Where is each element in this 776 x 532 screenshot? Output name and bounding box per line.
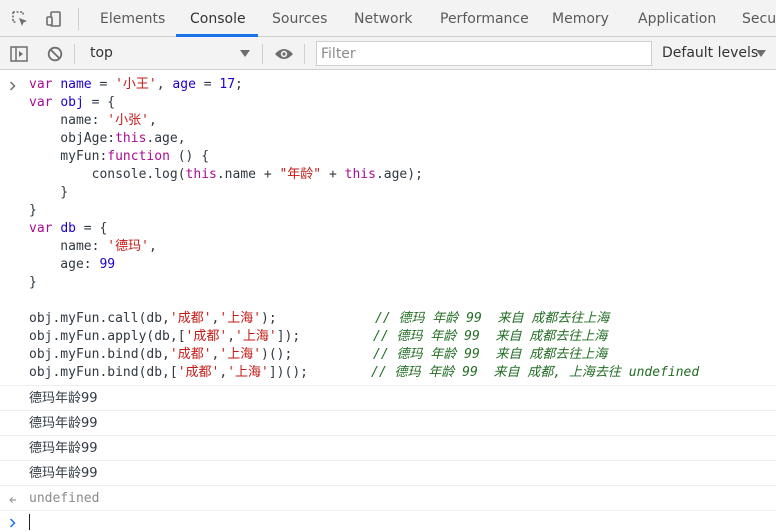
console-log-row: 德玛年龄99 bbox=[0, 436, 776, 461]
chevron-right-icon bbox=[9, 80, 17, 95]
return-value-arrow-icon bbox=[8, 494, 18, 509]
code-line: myFun:function () { bbox=[29, 149, 210, 164]
chevron-right-icon bbox=[9, 517, 17, 532]
toolbar-separator bbox=[262, 44, 263, 64]
chevron-down-icon bbox=[240, 50, 250, 57]
console-log-row: 德玛年龄99 bbox=[0, 411, 776, 436]
code-line: objAge:this.age, bbox=[29, 131, 186, 146]
code-line: } bbox=[29, 185, 69, 200]
code-line: console.log(this.name + "年龄" + this.age)… bbox=[29, 167, 423, 182]
chevron-down-icon bbox=[756, 50, 766, 57]
show-sidebar-icon[interactable] bbox=[5, 37, 33, 70]
code-line: var name = '小王', age = 17; bbox=[29, 77, 243, 92]
device-toolbar-icon[interactable] bbox=[38, 0, 70, 37]
log-message: 德玛年龄99 bbox=[29, 466, 98, 481]
tab-console[interactable]: Console bbox=[190, 0, 246, 37]
console-toolbar: top Default levels bbox=[0, 37, 776, 70]
tab-elements[interactable]: Elements bbox=[100, 0, 165, 37]
console-result-row: undefined bbox=[0, 486, 776, 511]
toolbar-separator bbox=[74, 44, 75, 64]
code-comment: // 德玛 年龄 99 来自 成都去往上海 bbox=[373, 347, 608, 362]
code-line: name: '小张', bbox=[29, 113, 157, 128]
tab-strip-separator bbox=[78, 8, 79, 30]
console-output: var name = '小王', age = 17; var obj = { n… bbox=[0, 71, 776, 532]
inspect-element-icon[interactable] bbox=[4, 0, 36, 37]
log-message: 德玛年龄99 bbox=[29, 416, 98, 431]
clear-console-icon[interactable] bbox=[41, 37, 69, 70]
code-line: obj.myFun.bind(db,['成都','上海'])();// 德玛 年… bbox=[29, 365, 700, 380]
console-log-row: 德玛年龄99 bbox=[0, 386, 776, 411]
live-expression-eye-icon[interactable] bbox=[270, 37, 298, 70]
code-line: } bbox=[29, 203, 37, 218]
code-line: age: 99 bbox=[29, 257, 116, 272]
filter-input[interactable] bbox=[316, 41, 652, 66]
code-comment: // 德玛 年龄 99 来自 成都, 上海去往 undefined bbox=[371, 365, 700, 380]
tab-security[interactable]: Secur bbox=[742, 0, 776, 37]
toolbar-separator bbox=[304, 44, 305, 64]
tab-application[interactable]: Application bbox=[638, 0, 716, 37]
code-line: name: '德玛', bbox=[29, 239, 157, 254]
devtools-tab-strip: Elements Console Sources Network Perform… bbox=[0, 0, 776, 37]
log-message: 德玛年龄99 bbox=[29, 441, 98, 456]
console-input-entry: var name = '小王', age = 17; var obj = { n… bbox=[0, 71, 776, 386]
code-line: obj.myFun.apply(db,['成都','上海']);// 德玛 年龄… bbox=[29, 329, 608, 344]
console-log-row: 德玛年龄99 bbox=[0, 461, 776, 486]
tab-sources[interactable]: Sources bbox=[272, 0, 327, 37]
result-value: undefined bbox=[29, 491, 100, 506]
code-line: var db = { bbox=[29, 221, 108, 236]
log-message: 德玛年龄99 bbox=[29, 391, 98, 406]
code-comment: // 德玛 年龄 99 来自 成都去往上海 bbox=[373, 329, 608, 344]
context-selector[interactable]: top bbox=[80, 37, 258, 70]
code-line: var obj = { bbox=[29, 95, 116, 110]
console-prompt[interactable] bbox=[0, 511, 776, 532]
tab-memory[interactable]: Memory bbox=[552, 0, 609, 37]
tab-network[interactable]: Network bbox=[354, 0, 412, 37]
context-label: top bbox=[90, 45, 113, 61]
code-line: } bbox=[29, 275, 37, 290]
code-line: obj.myFun.call(db,'成都','上海');// 德玛 年龄 99… bbox=[29, 311, 610, 326]
tab-performance[interactable]: Performance bbox=[440, 0, 529, 37]
code-comment: // 德玛 年龄 99 来自 成都去往上海 bbox=[375, 311, 610, 326]
code-line: obj.myFun.bind(db,'成都','上海')();// 德玛 年龄 … bbox=[29, 347, 608, 362]
text-caret bbox=[29, 514, 30, 530]
log-levels-dropdown[interactable]: Default levels bbox=[662, 37, 758, 70]
